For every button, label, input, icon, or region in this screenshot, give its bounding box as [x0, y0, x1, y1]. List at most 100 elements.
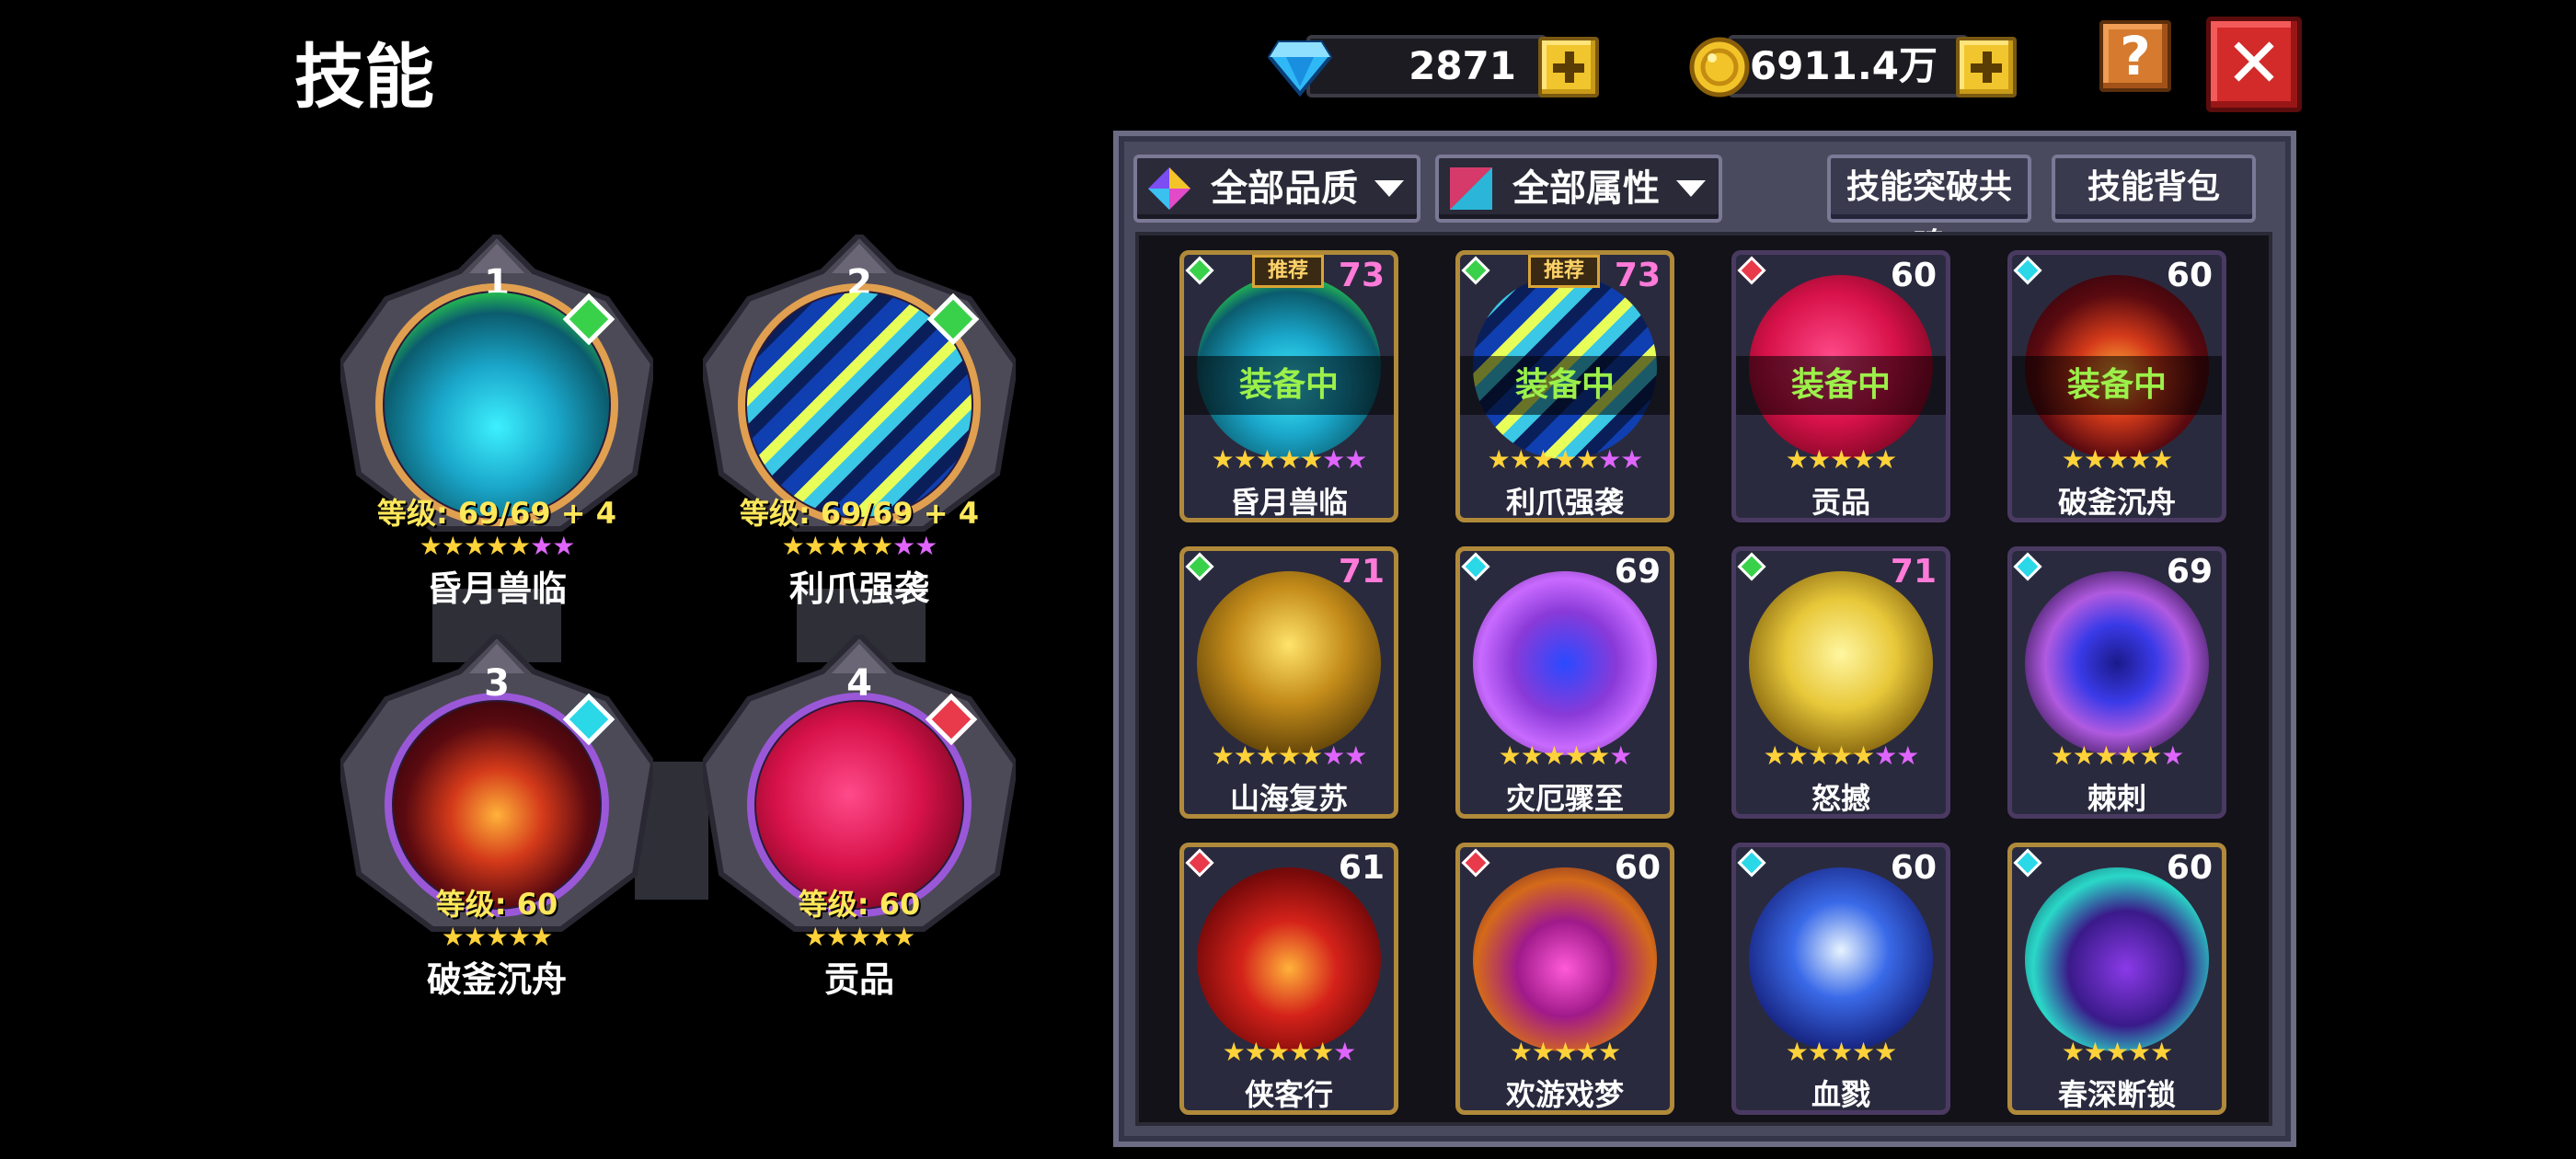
- skill-name: 贡品: [1811, 485, 1870, 520]
- skill-orb-icon: [1197, 867, 1381, 1051]
- skill-stars: ★★★★★★: [1184, 1039, 1394, 1066]
- equipped-slot-4[interactable]: 4 等级: 60 ★★★★★ 贡品: [703, 635, 1016, 1021]
- chevron-down-icon: [1374, 180, 1404, 197]
- skill-card[interactable]: 推荐 73 装备中 ★★★★★★★ 昏月兽临: [1179, 250, 1398, 522]
- gold-star-icon: ★: [2050, 740, 2074, 771]
- skill-name: 血戮: [1811, 1077, 1870, 1112]
- skill-card[interactable]: 71 ★★★★★★★ 怒撼: [1731, 546, 1950, 819]
- gold-star-icon: ★: [1553, 444, 1577, 475]
- purple-star-icon: ★: [552, 531, 575, 561]
- quality-filter-dropdown[interactable]: 全部品质: [1133, 155, 1420, 223]
- skill-card[interactable]: 71 ★★★★★★★ 山海复苏: [1179, 546, 1398, 819]
- close-button[interactable]: ✕: [2206, 17, 2302, 112]
- skill-orb-icon: [2025, 867, 2209, 1051]
- gold-star-icon: ★: [508, 922, 531, 952]
- skill-level: 73: [1338, 257, 1385, 294]
- gold-star-icon: ★: [1255, 740, 1279, 771]
- skill-card[interactable]: 60 ★★★★★ 血戮: [1731, 843, 1950, 1115]
- skill-level: 60: [1890, 257, 1937, 294]
- skill-level: 60: [1890, 849, 1937, 887]
- skill-card[interactable]: 60 ★★★★★ 欢游戏梦: [1455, 843, 1674, 1115]
- gold-star-icon: ★: [485, 531, 509, 561]
- gold-star-icon: ★: [1487, 444, 1511, 475]
- element-badge-icon: [2013, 256, 2042, 285]
- gold-star-icon: ★: [1311, 1037, 1334, 1067]
- skill-level: 60: [2166, 257, 2213, 294]
- purple-star-icon: ★: [1333, 1037, 1356, 1067]
- skill-name: 侠客行: [1244, 1077, 1333, 1112]
- element-badge-icon: [1737, 552, 1766, 581]
- skill-card[interactable]: 69 ★★★★★★ 灾厄骤至: [1455, 546, 1674, 819]
- skill-card[interactable]: 60 ★★★★★ 春深断锁: [2007, 843, 2226, 1115]
- skill-orb-icon: [756, 702, 962, 908]
- purple-star-icon: ★: [914, 531, 937, 561]
- gold-star-icon: ★: [1233, 740, 1257, 771]
- gold-star-icon: ★: [1222, 1037, 1246, 1067]
- help-button[interactable]: ?: [2099, 20, 2171, 92]
- skill-orb-icon: [1749, 867, 1933, 1051]
- slot-level: 等级: 60: [798, 887, 921, 922]
- skill-name: 棘刺: [2087, 781, 2146, 816]
- element-badge-icon: [1737, 256, 1766, 285]
- gold-star-icon: ★: [1763, 740, 1787, 771]
- attribute-filter-dropdown[interactable]: 全部属性: [1435, 155, 1722, 223]
- gold-star-icon: ★: [1807, 1037, 1831, 1067]
- skill-card[interactable]: 60 装备中 ★★★★★ 贡品: [1731, 250, 1950, 522]
- chevron-down-icon: [1676, 180, 1706, 197]
- skill-orb-icon: [394, 702, 600, 908]
- gold-star-icon: ★: [508, 531, 531, 561]
- skill-card[interactable]: 推荐 73 装备中 ★★★★★★★ 利爪强袭: [1455, 250, 1674, 522]
- skill-name: 利爪强袭: [1505, 485, 1624, 520]
- skill-name: 欢游戏梦: [1505, 1077, 1624, 1112]
- skill-card[interactable]: 69 ★★★★★★ 棘刺: [2007, 546, 2226, 819]
- skill-stars: ★★★★★: [1460, 1039, 1670, 1066]
- gold-amount: 6911.4万: [1749, 43, 1938, 88]
- gold-star-icon: ★: [2061, 1037, 2085, 1067]
- quality-gem-icon: [1148, 167, 1190, 210]
- gold-star-icon: ★: [1576, 444, 1599, 475]
- skill-card[interactable]: 60 装备中 ★★★★★ 破釜沉舟: [2007, 250, 2226, 522]
- slot-level: 等级: 69/69 + 4: [376, 496, 617, 531]
- gold-star-icon: ★: [2072, 740, 2096, 771]
- gold-star-icon: ★: [1509, 1037, 1533, 1067]
- gold-star-icon: ★: [1277, 444, 1301, 475]
- purple-star-icon: ★: [1344, 740, 1367, 771]
- gold-star-icon: ★: [1211, 740, 1235, 771]
- gold-star-icon: ★: [1289, 1037, 1312, 1067]
- breakthrough-resonance-button[interactable]: 技能突破共鸣: [1827, 155, 2031, 265]
- page-title: 技能: [294, 36, 434, 118]
- purple-star-icon: ★: [1322, 444, 1345, 475]
- diamond-icon: [1268, 40, 1332, 98]
- skill-stars: ★★★★★★: [2012, 742, 2222, 770]
- skill-bag-button[interactable]: 技能背包: [2052, 155, 2256, 223]
- element-badge-icon: [1185, 256, 1214, 285]
- element-badge-icon: [1737, 848, 1766, 878]
- gold-star-icon: ★: [803, 531, 827, 561]
- element-badge-icon: [2013, 552, 2042, 581]
- gold-star-icon: ★: [1598, 1037, 1621, 1067]
- gold-star-icon: ★: [1829, 740, 1853, 771]
- gold-star-icon: ★: [485, 922, 509, 952]
- add-gems-button[interactable]: [1538, 37, 1599, 98]
- skill-stars: ★★★★★: [1736, 446, 1946, 474]
- gold-star-icon: ★: [1277, 740, 1301, 771]
- gold-star-icon: ★: [1266, 1037, 1290, 1067]
- gold-star-icon: ★: [1542, 740, 1566, 771]
- add-gold-button[interactable]: [1956, 37, 2017, 98]
- equipped-slot-3[interactable]: 3 等级: 60 ★★★★★ 破釜沉舟: [340, 635, 653, 1021]
- gold-star-icon: ★: [1874, 444, 1897, 475]
- slot-level: 等级: 60: [435, 887, 558, 922]
- equipped-status: 装备中: [1460, 356, 1670, 415]
- equipped-status: 装备中: [2012, 356, 2222, 415]
- skill-level: 71: [1890, 553, 1937, 591]
- skill-stars: ★★★★★: [2012, 1039, 2222, 1066]
- gold-star-icon: ★: [2083, 1037, 2107, 1067]
- gold-star-icon: ★: [2105, 1037, 2129, 1067]
- gold-star-icon: ★: [1233, 444, 1257, 475]
- skill-card[interactable]: 61 ★★★★★★ 侠客行: [1179, 843, 1398, 1115]
- gold-star-icon: ★: [463, 922, 487, 952]
- skill-stars: ★★★★★★: [1460, 742, 1670, 770]
- equipped-slot-2[interactable]: 2 等级: 69/69 + 4 ★★★★★★★ 利爪强袭: [703, 235, 1016, 621]
- equipped-slot-1[interactable]: 1 等级: 69/69 + 4 ★★★★★★★ 昏月兽临: [340, 235, 653, 621]
- attribute-icon: [1450, 167, 1492, 210]
